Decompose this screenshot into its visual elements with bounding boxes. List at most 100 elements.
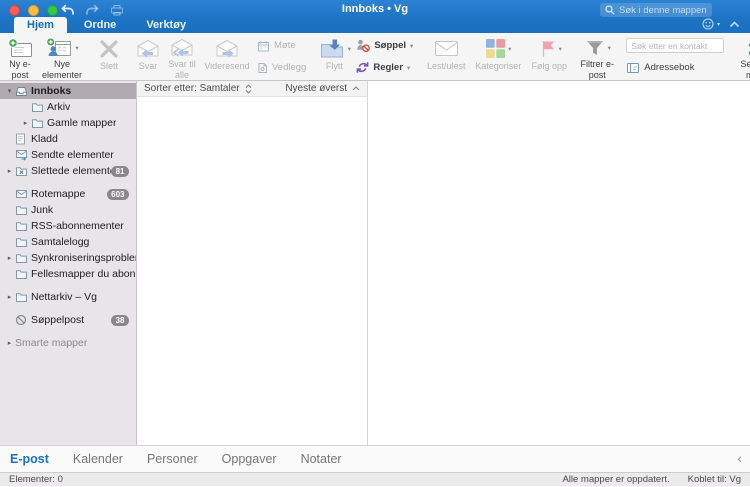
collapse-ribbon-icon[interactable] [729,20,740,28]
new-email-label: Ny e-post [9,59,31,80]
categorize-caret-icon: ▾ [508,45,512,53]
sidebar-item-kladd[interactable]: Kladd [0,131,136,147]
follow-up-flag-icon [537,38,557,59]
title-bar: Innboks • Vg Hjem Ordne Verktøy ▾ [0,0,750,33]
meeting-label: Møte [274,40,296,51]
new-items-icon [45,37,73,59]
bottom-nav-kalender[interactable]: Kalender [73,452,123,466]
reply-button: Svar [132,34,164,80]
folder-pane: ▾ Innboks Arkiv ▸ Gamle mapper Kladd Sendte el… [0,81,137,445]
read-unread-icon [434,40,459,57]
rules-button[interactable]: Regler ▾ [356,60,413,75]
bottom-nav-oppgaver[interactable]: Oppgaver [222,452,277,466]
disclosure-right-icon[interactable]: ▸ [4,339,15,347]
forward-icon [214,38,240,59]
filter-email-button[interactable]: ▾ Filtrer e-post [578,34,616,80]
close-window-button[interactable] [9,5,20,16]
sidebar-item-synkroniseringsproblemer[interactable]: ▸ Synkroniseringsproblemer [0,250,136,266]
sidebar-item-smarte-mapper[interactable]: ▸ Smarte mapper [0,335,136,351]
sidebar-item-rotemappe[interactable]: Rotemappe 603 [0,186,136,202]
sidebar-item-rss-abonnementer[interactable]: RSS-abonnementer [0,218,136,234]
tab-ordne[interactable]: Ordne [71,17,129,33]
folder-icon [15,269,31,280]
disclosure-down-icon[interactable]: ▾ [4,87,15,95]
address-book-button[interactable]: Adressebok [626,60,724,75]
forward-button: Videresend [200,34,254,80]
connection-status-label: Koblet til: Vg [687,474,741,485]
search-input[interactable] [619,4,707,16]
folder-icon [31,102,47,113]
read-unread-button: Lest/ulest [422,34,470,80]
unread-badge: 38 [111,314,129,326]
sort-by-control[interactable]: Sorter etter: Samtaler [144,83,252,94]
chevron-left-icon[interactable]: ‹ [737,450,742,466]
bottom-nav-notater[interactable]: Notater [301,452,342,466]
filter-email-label: Filtrer e-post [580,59,615,80]
status-bar: Elementer: 0 Alle mapper er oppdatert. K… [0,472,750,486]
sync-status-label: Alle mapper er oppdatert. [562,474,670,485]
sidebar-item-gamle-mapper[interactable]: ▸ Gamle mapper [0,115,136,131]
folder-icon [15,253,31,264]
folder-list: ▾ Innboks Arkiv ▸ Gamle mapper Kladd Sendte el… [0,83,136,351]
ribbon-group-move: ▾ Flytt Søppel ▾ Regler ▾ [315,34,416,80]
junk-label: Søppel [374,40,407,51]
attachment-icon [257,62,268,74]
redo-icon [85,4,100,16]
new-items-button[interactable]: ▾ Nye elementer [38,34,86,80]
junk-person-icon [356,39,371,52]
sidebar-item-søppelpost[interactable]: Søppelpost 38 [0,312,136,328]
folder-icon [15,221,31,232]
sidebar-item-innboks[interactable]: ▾ Innboks [0,83,136,99]
sort-order-control[interactable]: Nyeste øverst [285,83,360,94]
sidebar-item-nettarkiv-vg[interactable]: ▸ Nettarkiv – Vg [0,289,136,305]
contact-search-input[interactable] [626,38,725,53]
disclosure-right-icon[interactable]: ▸ [4,254,15,262]
ribbon-group-delete: Slett [92,34,126,80]
meeting-icon [257,40,270,52]
folder-label: Slettede elementer [31,165,112,177]
reply-all-icon [169,37,195,58]
disclosure-right-icon[interactable]: ▸ [20,119,31,127]
move-label: Flytt [325,61,343,71]
folder-label: Synkroniseringsproblemer [31,252,136,264]
disclosure-right-icon[interactable]: ▸ [4,167,15,175]
ribbon-group-send-receive: Send og motta [734,34,750,80]
folder-label: RSS-abonnementer [31,220,124,232]
junk-button[interactable]: Søppel ▾ [356,38,413,53]
sidebar-item-samtalelogg[interactable]: Samtalelogg [0,234,136,250]
sidebar-item-arkiv[interactable]: Arkiv [0,99,136,115]
ribbon-group-tags: Lest/ulest ▾ Kategoriser ▾ Følg opp [422,34,572,80]
zoom-window-button[interactable] [47,5,58,16]
new-email-button[interactable]: Ny e-post [2,34,38,80]
sidebar-item-sendte-elementer[interactable]: Sendte elementer [0,147,136,163]
draft-icon [15,133,31,145]
reading-pane [368,81,750,445]
disclosure-right-icon[interactable]: ▸ [4,293,15,301]
ribbon-group-find: Adressebok [622,34,728,80]
categorize-icon [485,38,506,59]
address-book-icon [626,62,640,74]
bottom-nav-e-post[interactable]: E-post [10,452,49,466]
undo-icon[interactable] [60,4,75,16]
address-book-label: Adressebok [644,62,695,73]
folder-search-box[interactable] [600,3,712,17]
folder-icon [15,292,31,303]
feedback-smiley-icon[interactable] [702,18,714,30]
send-receive-button[interactable]: Send og motta [734,34,750,80]
bottom-nav-personer[interactable]: Personer [147,452,198,466]
meeting-button: Møte [257,38,306,53]
ribbon-group-new: Ny e-post ▾ Nye elementer [2,34,86,80]
chevron-up-icon [352,86,360,91]
minimize-window-button[interactable] [28,5,39,16]
ribbon-tab-bar: Hjem Ordne Verktøy [14,17,199,33]
inbox-icon [15,85,31,97]
folder-label: Nettarkiv – Vg [31,291,97,303]
tab-hjem[interactable]: Hjem [14,17,67,33]
sidebar-item-slettede-elementer[interactable]: ▸ Slettede elementer 81 [0,163,136,179]
tab-verktoy[interactable]: Verktøy [133,17,199,33]
sidebar-item-junk[interactable]: Junk [0,202,136,218]
rules-label: Regler [373,62,403,73]
sidebar-item-fellesmapper-du-abonnere[interactable]: Fellesmapper du abonnere… [0,266,136,282]
folder-label: Søppelpost [31,314,85,326]
forward-label: Videresend [204,61,250,71]
